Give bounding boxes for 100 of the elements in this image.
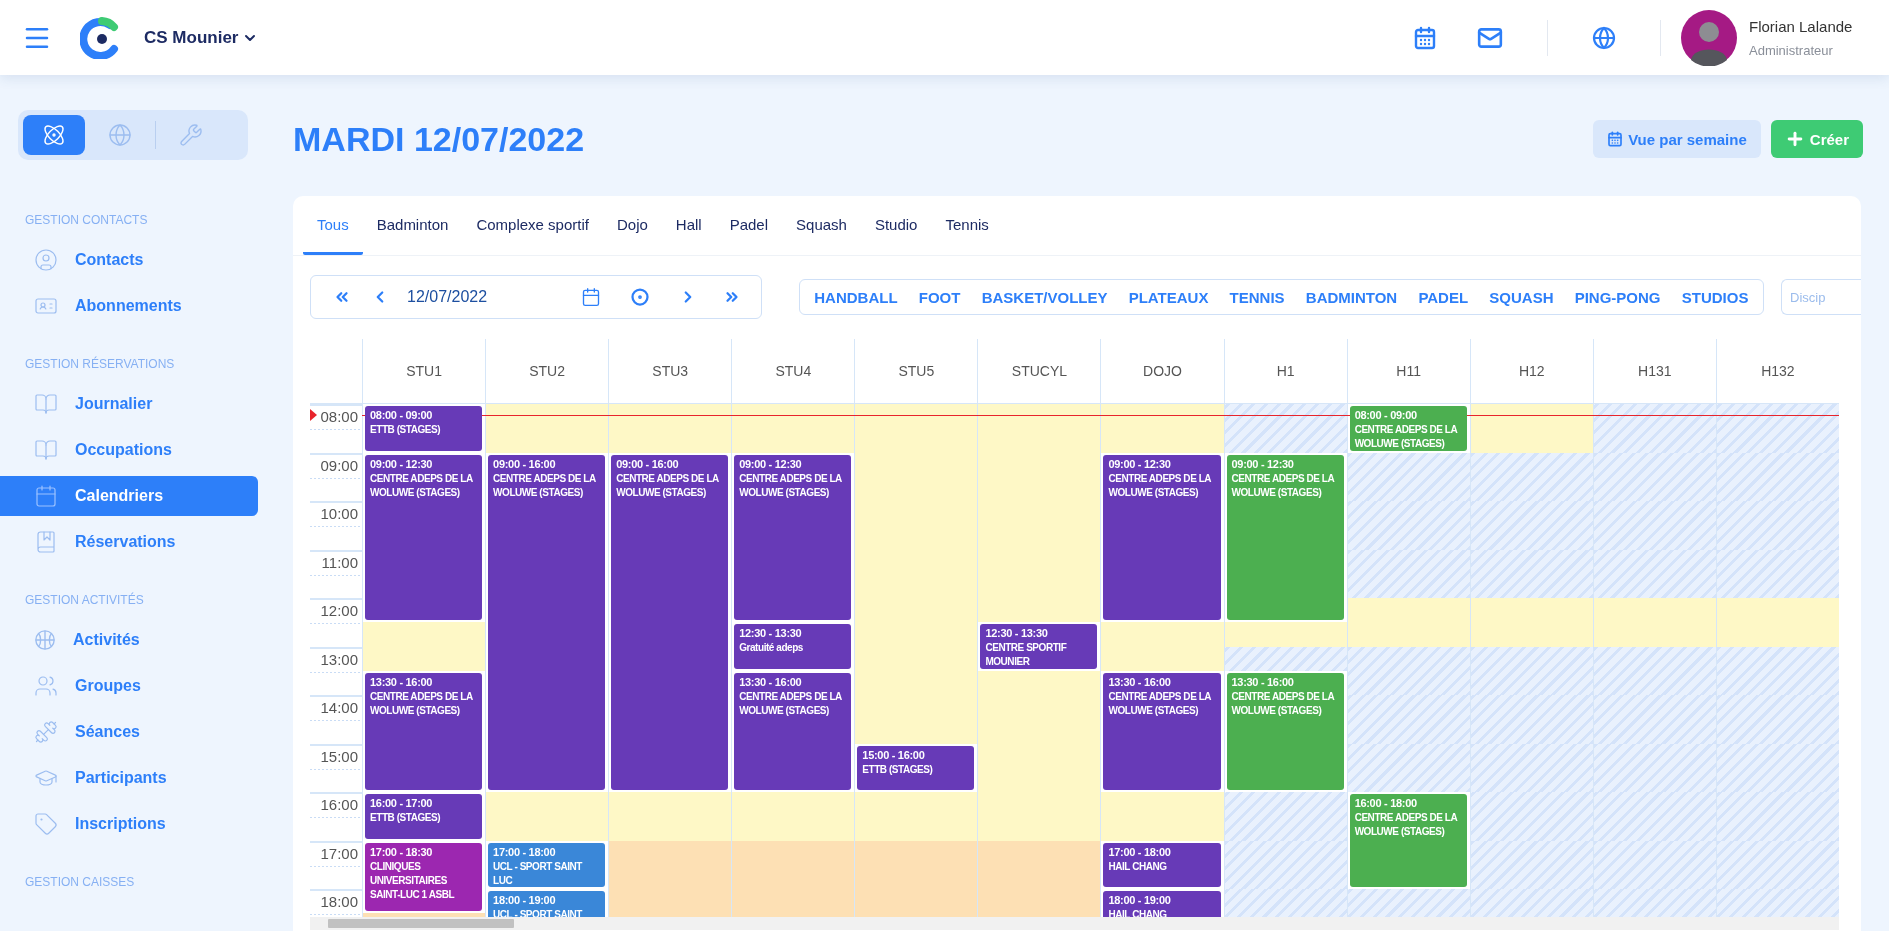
calendar-event[interactable]: 16:00 - 18:00 CENTRE ADEPS DE LA WOLUWE (STAGES) — [1349, 794, 1467, 887]
available-slot[interactable] — [855, 404, 978, 453]
organization-selector[interactable]: CS Mounier — [144, 27, 259, 48]
event-title: Gratuité adeps — [739, 641, 804, 656]
event-title: CLINIQUES UNIVERSITAIRES SAINT-LUC 1 ASBL — [370, 859, 456, 902]
section-title: GESTION ACTIVITÉS — [24, 593, 145, 607]
event-time: 09:00 - 12:30 — [1231, 457, 1295, 470]
discipline-field[interactable]: Discip — [1781, 279, 1861, 315]
calendar-event[interactable]: 13:30 - 16:00 CENTRE ADEPS DE LA WOLUWE (STAGES) — [1226, 672, 1344, 790]
week-view-button[interactable]: Vue par semaine — [1593, 120, 1761, 158]
tab[interactable]: Hall — [661, 196, 716, 255]
tab[interactable]: Badminton — [362, 196, 463, 255]
category-link[interactable]: FOOT — [908, 288, 972, 306]
calendar-event[interactable]: 12:30 - 13:30 Gratuité adeps — [734, 624, 852, 669]
calendar-event[interactable]: 17:00 - 18:00 UCL - SPORT SAINT LUC — [488, 842, 606, 887]
event-time: 12:30 - 13:30 — [739, 627, 803, 640]
category-link[interactable]: HANDBALL — [803, 288, 909, 306]
event-time: 18:00 - 19:00 — [493, 894, 557, 906]
calendar-event[interactable]: 09:00 - 12:30 CENTRE ADEPS DE LA WOLUWE (STAGES) — [365, 454, 483, 621]
calendar-event[interactable]: 17:00 - 18:30 CLINIQUES UNIVERSITAIRES SAINT-LUC 1 ASBL — [365, 842, 483, 912]
globe-icon[interactable] — [1592, 25, 1616, 50]
category-link[interactable]: STUDIOS — [1671, 288, 1759, 306]
event-title: CENTRE ADEPS DE LA WOLUWE (STAGES) — [1231, 471, 1336, 500]
available-slot[interactable] — [1101, 404, 1224, 453]
sidebar-item[interactable]: Participants — [0, 758, 258, 798]
sidebar-item[interactable]: Réservations — [0, 522, 258, 562]
sidebar-item[interactable]: Inscriptions — [0, 804, 258, 844]
event-title: CENTRE ADEPS DE LA WOLUWE (STAGES) — [370, 689, 474, 718]
sidebar-item[interactable]: Activités — [0, 620, 258, 660]
unavailable-slot[interactable] — [1593, 404, 1716, 453]
hour-label: 12:00 — [320, 602, 358, 619]
available-slot[interactable] — [978, 404, 1101, 453]
calendar-event[interactable]: 13:30 - 16:00 CENTRE ADEPS DE LA WOLUWE (STAGES) — [734, 672, 852, 790]
book-icon — [34, 392, 58, 416]
hour-label: 11:00 — [321, 553, 358, 571]
calendar-event[interactable]: 16:00 - 17:00 ETTB (STAGES) — [365, 794, 483, 839]
event-time: 12:30 - 13:30 — [985, 627, 1049, 640]
calendar-event[interactable]: 09:00 - 16:00 CENTRE ADEPS DE LA WOLUWE (STAGES) — [488, 454, 606, 790]
tab[interactable]: Squash — [782, 196, 861, 255]
horizontal-scrollbar[interactable] — [310, 917, 1839, 930]
calendar-event[interactable]: 15:00 - 16:00 ETTB (STAGES) — [857, 745, 975, 790]
tab[interactable]: Dojo — [602, 196, 662, 255]
calendar-event[interactable]: 08:00 - 09:00 ETTB (STAGES) — [365, 406, 483, 451]
tab[interactable]: Tous — [303, 196, 363, 255]
sidebar-item[interactable]: Occupations — [0, 430, 258, 470]
sidebar-item[interactable]: Séances — [0, 712, 258, 752]
tab[interactable]: Complexe sportif — [462, 196, 603, 255]
calendar-event[interactable]: 09:00 - 12:30 CENTRE ADEPS DE LA WOLUWE (STAGES) — [1103, 454, 1221, 621]
unavailable-slot[interactable] — [1224, 404, 1347, 453]
event-time: 09:00 - 16:00 — [616, 457, 680, 470]
calendar-icon — [1607, 131, 1624, 147]
category-link[interactable]: BADMINTON — [1295, 288, 1408, 306]
calendar-event[interactable]: 17:00 - 18:00 HAIL CHANG — [1103, 842, 1221, 887]
available-slot[interactable] — [1470, 404, 1593, 453]
calendar-icon — [580, 287, 601, 307]
tab[interactable]: Padel — [715, 196, 783, 255]
category-link[interactable]: PADEL — [1407, 288, 1479, 306]
event-title: CENTRE ADEPS DE LA WOLUWE (STAGES) — [1108, 471, 1212, 500]
category-link[interactable]: PING-PONG — [1564, 288, 1672, 306]
create-button[interactable]: Créer — [1770, 120, 1863, 158]
category-link[interactable]: SQUASH — [1478, 288, 1565, 306]
available-slot[interactable] — [486, 404, 609, 453]
available-slot[interactable] — [609, 404, 732, 453]
sidebar-item[interactable]: Abonnements — [0, 286, 258, 326]
evening-slot[interactable] — [855, 840, 978, 889]
available-slot[interactable] — [732, 404, 855, 453]
calendar-event[interactable]: 13:30 - 16:00 CENTRE ADEPS DE LA WOLUWE (STAGES) — [365, 672, 483, 790]
users-icon — [34, 674, 58, 698]
calendar-event[interactable]: 08:00 - 09:00 CENTRE ADEPS DE LA WOLUWE (STAGES) — [1349, 406, 1467, 451]
wrench-icon — [179, 123, 203, 147]
evening-slot[interactable] — [978, 840, 1101, 889]
sidebar-item[interactable]: Journalier — [0, 384, 258, 424]
event-time: 16:00 - 17:00 — [370, 797, 434, 809]
hour-label: 18:00 — [320, 893, 358, 910]
calendar-event[interactable]: 13:30 - 16:00 CENTRE ADEPS DE LA WOLUWE (STAGES) — [1103, 672, 1221, 790]
calendar-event[interactable]: 09:00 - 12:30 CENTRE ADEPS DE LA WOLUWE (STAGES) — [734, 454, 852, 621]
category-link[interactable]: BASKET/VOLLEY — [971, 288, 1119, 306]
sidebar-item[interactable]: Groupes — [0, 666, 258, 706]
column-header: STU1 — [362, 339, 486, 404]
event-time: 13:30 - 16:00 — [739, 675, 803, 688]
mode-button[interactable] — [23, 115, 85, 155]
evening-slot[interactable] — [609, 840, 732, 889]
category-link[interactable]: TENNIS — [1219, 288, 1296, 306]
calendar-icon[interactable] — [1413, 25, 1437, 50]
sidebar-item[interactable]: Contacts — [0, 240, 258, 280]
event-time: 17:00 - 18:30 — [370, 845, 434, 858]
unavailable-slot[interactable] — [1716, 404, 1839, 453]
event-title: CENTRE ADEPS DE LA WOLUWE (STAGES) — [1354, 423, 1459, 451]
category-link[interactable]: PLATEAUX — [1118, 288, 1219, 306]
sidebar-item[interactable]: Calendriers — [0, 476, 258, 516]
calendar-event[interactable]: 09:00 - 12:30 CENTRE ADEPS DE LA WOLUWE (STAGES) — [1226, 454, 1344, 621]
event-time: 09:00 - 12:30 — [739, 457, 803, 470]
calendar-event[interactable]: 09:00 - 16:00 CENTRE ADEPS DE LA WOLUWE (STAGES) — [611, 454, 729, 790]
evening-slot[interactable] — [732, 840, 855, 889]
tab[interactable]: Studio — [860, 196, 932, 255]
calendar-event[interactable]: 12:30 - 13:30 CENTRE SPORTIF MOUNIER — [980, 624, 1098, 669]
event-title: CENTRE ADEPS DE LA WOLUWE (STAGES) — [370, 471, 474, 500]
tab[interactable]: Tennis — [931, 196, 1003, 255]
avatar[interactable] — [1681, 9, 1737, 66]
event-time: 17:00 - 18:00 — [1108, 845, 1172, 858]
